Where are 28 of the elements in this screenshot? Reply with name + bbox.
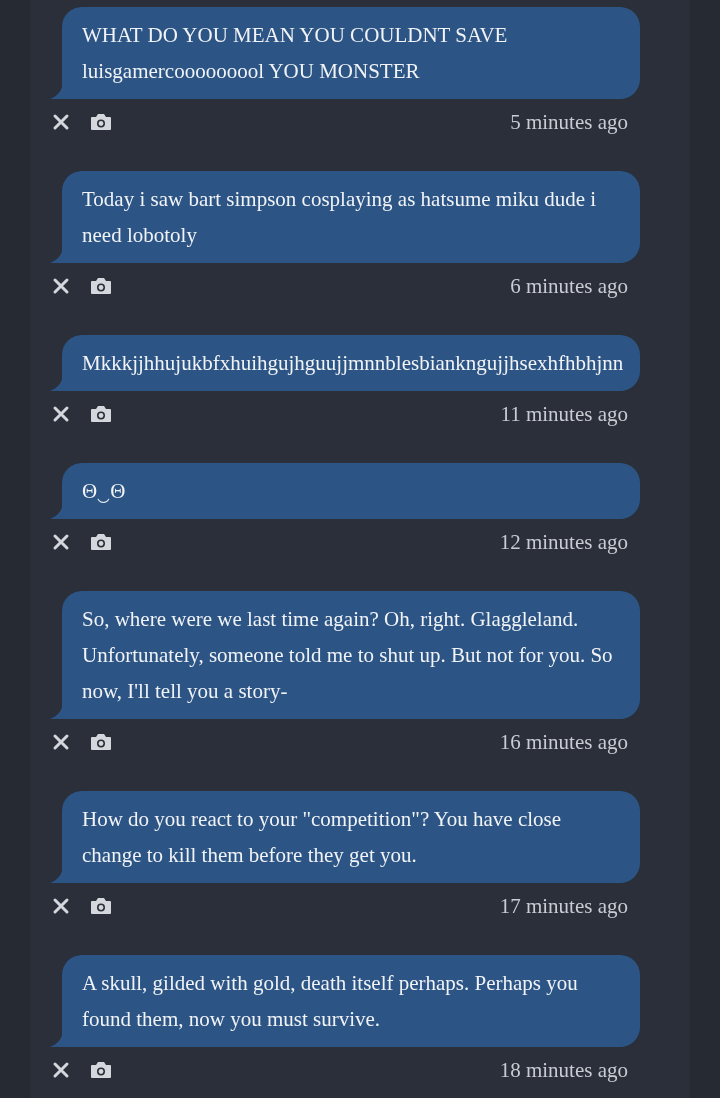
message-text: How do you react to your "competition"? You have close change to kill them before they get you. [82,807,562,867]
camera-icon[interactable] [90,733,112,751]
timestamp: 18 minutes ago [499,1057,628,1083]
camera-icon[interactable] [90,533,112,551]
close-icon[interactable] [52,733,70,751]
timestamp: 12 minutes ago [499,529,628,555]
camera-icon[interactable] [90,277,112,295]
timestamp: 11 minutes ago [500,401,628,427]
close-icon[interactable] [52,533,70,551]
message-text: Today i saw bart simpson cosplaying as hatsume miku dude i need lobotoly [82,187,597,247]
message-text: WHAT DO YOU MEAN YOU COULDNT SAVE luisgamercooooooool YOU MONSTER [82,23,508,83]
timestamp: 6 minutes ago [510,273,628,299]
close-icon[interactable] [52,897,70,915]
timestamp: 16 minutes ago [499,729,628,755]
close-icon[interactable] [52,1061,70,1079]
camera-icon[interactable] [90,405,112,423]
close-icon[interactable] [52,405,70,423]
timestamp: 5 minutes ago [510,109,628,135]
camera-icon[interactable] [90,897,112,915]
timestamp: 17 minutes ago [499,893,628,919]
message-text: Θ‿Θ [82,479,126,503]
camera-icon[interactable] [90,1061,112,1079]
message-text: So, where were we last time again? Oh, right. Glaggleland. Unfortunately, someone told me to shut up. But not for you. So now, I'll tell you a story- [82,607,613,703]
camera-icon[interactable] [90,113,112,131]
close-icon[interactable] [52,113,70,131]
message-text: Mkkkjjhhujukbfxhuihgujhguujjmnnblesbiankngujjhsexhfhbhjnn [82,351,624,375]
close-icon[interactable] [52,277,70,295]
message-text: A skull, gilded with gold, death itself perhaps. Perhaps you found them, now you must survive. [82,971,578,1031]
